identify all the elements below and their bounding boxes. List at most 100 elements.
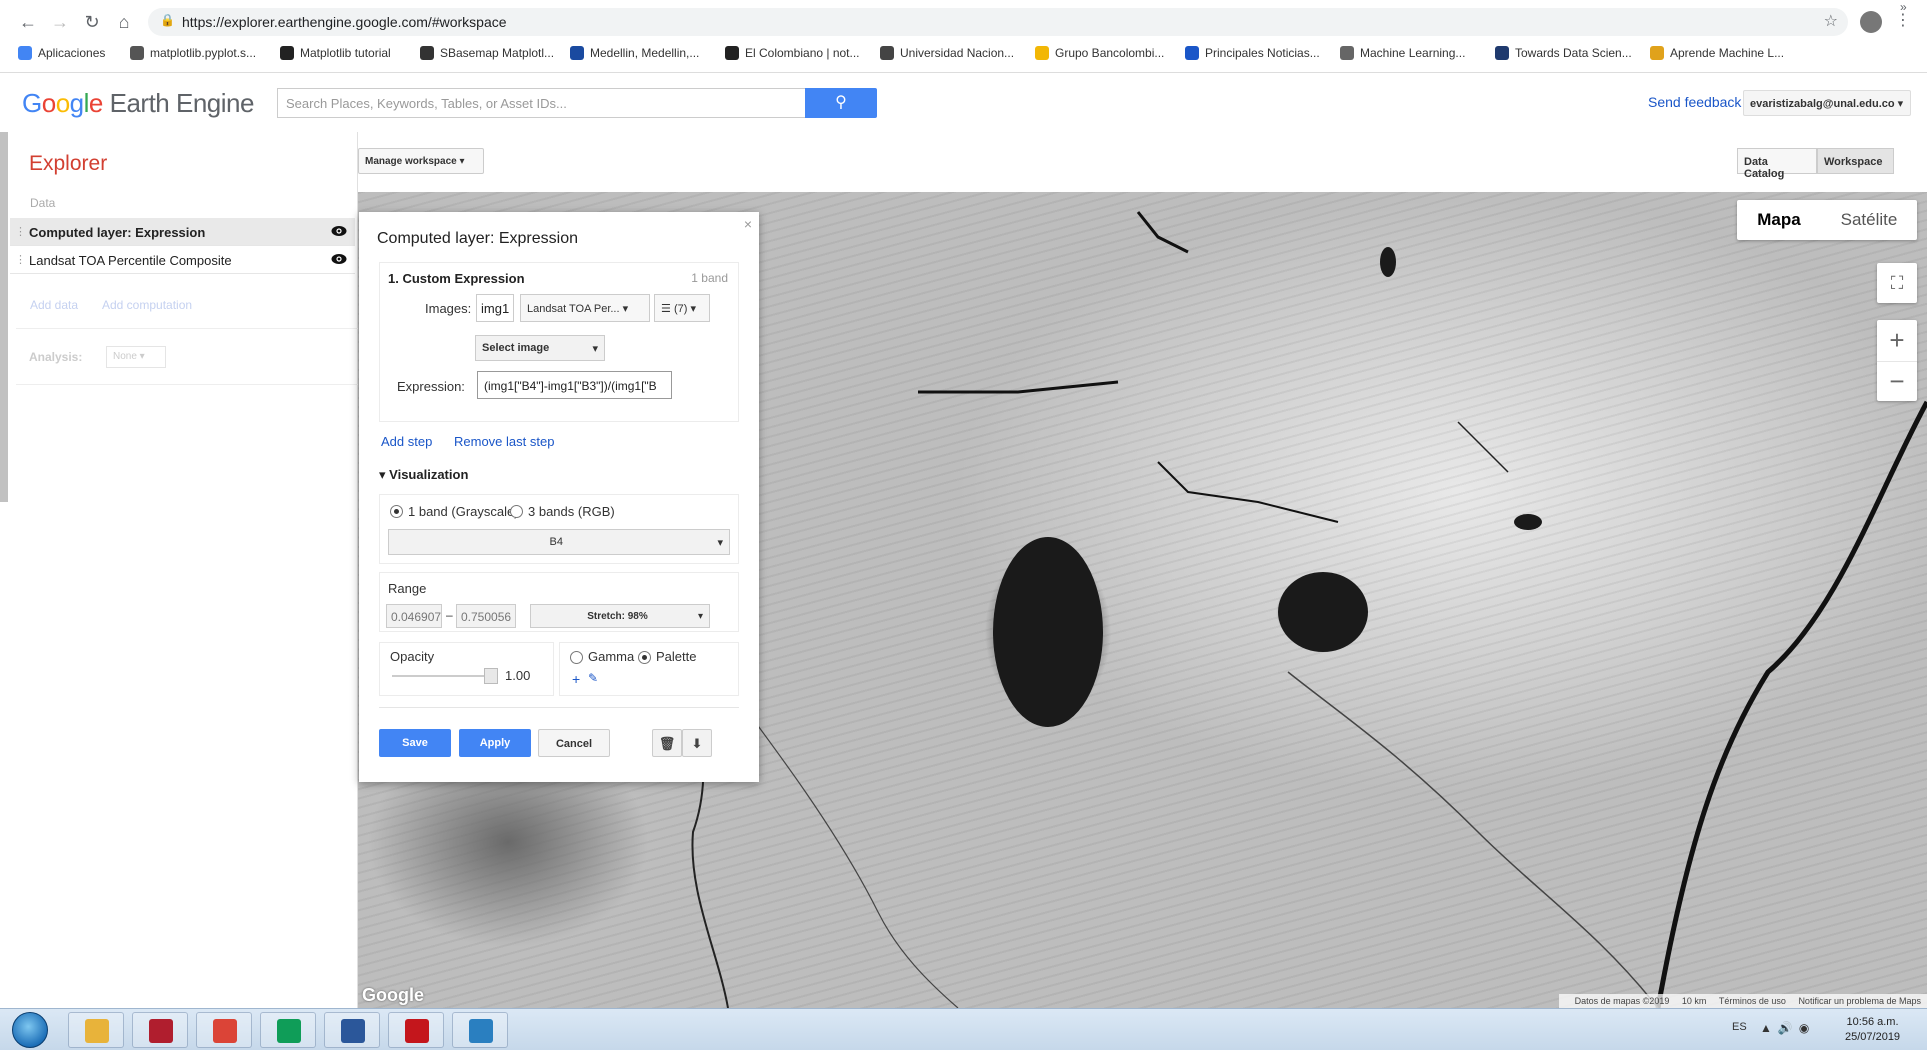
expression-field[interactable]: (img1["B4"]-img1["B3"])/(img1["B [477,371,672,399]
palette-label[interactable]: Palette [656,649,696,664]
home-icon[interactable]: ⌂ [112,10,136,34]
word-app[interactable] [324,1012,380,1048]
bookmark-item[interactable]: Principales Noticias... [1185,46,1320,60]
network-icon[interactable]: ◉ [1799,1021,1815,1035]
band-select[interactable]: B4 ▾ [388,529,730,555]
grayscale-label[interactable]: 1 band (Grayscale) [408,504,519,519]
add-color-icon[interactable]: + [572,671,580,687]
fullscreen-icon[interactable]: ⛶ [1877,263,1917,303]
forward-arrow-icon[interactable]: → [48,10,72,34]
clock[interactable]: 10:56 a.m. 25/07/2019 [1845,1015,1900,1045]
stretch-select[interactable]: Stretch: 98% ▾ [530,604,710,628]
bookmark-item[interactable]: Aprende Machine L... [1650,46,1784,60]
tab-data-catalog[interactable]: Data Catalog [1737,148,1817,180]
select-image-dropdown[interactable]: Select image ▾ [475,335,605,361]
tray-arrow-icon[interactable]: ▲ [1760,1021,1778,1035]
add-data-link[interactable]: Add data [30,298,78,312]
layer-row[interactable]: ⋮ Landsat TOA Percentile Composite [10,246,355,274]
remove-last-step-link[interactable]: Remove last step [454,434,554,449]
volume-icon[interactable]: 🔊 [1778,1021,1799,1035]
layer-row[interactable]: ⋮ Computed layer: Expression [10,218,355,246]
add-step-link[interactable]: Add step [381,434,432,449]
mendeley-app[interactable] [132,1012,188,1048]
reload-icon[interactable]: ↻ [80,10,104,34]
cancel-button[interactable]: Cancel [538,729,610,757]
bookmark-item[interactable]: Towards Data Scien... [1495,46,1632,60]
bookmark-item[interactable]: matplotlib.pyplot.s... [130,46,256,60]
divider [16,384,358,385]
manage-workspace-button[interactable]: Manage workspace ▾ [358,148,484,174]
radio-gamma[interactable] [570,651,583,664]
bookmark-item[interactable]: Universidad Nacion... [880,46,1014,60]
search-input[interactable]: Search Places, Keywords, Tables, or Asse… [277,88,805,118]
bookmark-item[interactable]: Matplotlib tutorial [280,46,391,60]
terms-link[interactable]: Términos de uso [1719,996,1786,1006]
left-scrollbar[interactable] [0,132,8,502]
back-arrow-icon[interactable]: ← [16,10,40,34]
report-problem-link[interactable]: Notificar un problema de Maps [1798,996,1921,1006]
bancolombia-icon [1035,46,1049,60]
map-type-map-button[interactable]: Mapa [1737,200,1821,240]
bookmark-item[interactable]: Medellin, Medellin,... [570,46,699,60]
drag-handle-icon[interactable]: ⋮ [15,253,26,266]
zoom-in-button[interactable]: + [1877,320,1917,360]
start-button[interactable] [12,1012,48,1048]
analysis-select[interactable]: None ▾ [106,346,166,368]
zoom-out-button[interactable]: − [1877,361,1917,401]
bookmarks-overflow-icon[interactable]: » [1900,0,1907,14]
send-feedback-link[interactable]: Send feedback [1648,94,1741,110]
opacity-slider-track[interactable] [392,675,497,677]
bookmark-item[interactable]: Aplicaciones [18,46,105,60]
edit-pencil-icon[interactable]: ✎ [588,671,598,685]
save-button[interactable]: Save [379,729,451,757]
apply-button[interactable]: Apply [459,729,531,757]
download-icon[interactable]: ⬇ [682,729,712,757]
account-menu-button[interactable]: evaristizabalg@unal.edu.co ▾ [1743,90,1911,116]
data-section-label: Data [30,196,56,210]
earth-engine-logo[interactable]: Google Earth Engine [22,88,254,119]
bookmark-item[interactable]: Grupo Bancolombi... [1035,46,1164,60]
tab-workspace[interactable]: Workspace [1817,148,1894,174]
system-tray-icons[interactable]: ▲🔊◉ [1760,1021,1815,1035]
search-button[interactable]: ⚲ [805,88,877,118]
map-scale-label: 10 km [1681,996,1707,1006]
visualization-toggle[interactable]: ▾ Visualization [379,467,468,483]
opacity-slider-handle[interactable] [484,668,498,684]
drag-handle-icon[interactable]: ⋮ [15,225,26,238]
rgb-label[interactable]: 3 bands (RGB) [528,504,615,519]
range-min-field[interactable]: 0.046907 [386,604,442,628]
bookmark-star-icon[interactable]: ☆ [1824,11,1838,31]
opacity-value: 1.00 [505,668,531,683]
profile-avatar[interactable] [1860,11,1882,33]
bookmark-item[interactable]: El Colombiano | not... [725,46,860,60]
image-source-select[interactable]: Landsat TOA Per... ▾ [520,294,650,322]
url-text[interactable]: https://explorer.earthengine.google.com/… [182,14,507,30]
radio-palette[interactable] [638,651,651,664]
radio-rgb[interactable] [510,505,523,518]
layer-name[interactable]: Computed layer: Expression [29,225,205,240]
chrome-app-2[interactable] [260,1012,316,1048]
search-app[interactable] [452,1012,508,1048]
bookmark-item[interactable]: Machine Learning... [1340,46,1465,60]
chrome-app[interactable] [196,1012,252,1048]
image-variable-field[interactable]: img1 [476,294,514,322]
visualization-label: Visualization [389,467,469,482]
bookmark-item[interactable]: SBasemap Matplotl... [420,46,554,60]
close-icon[interactable]: × [744,216,752,232]
visibility-eye-icon[interactable] [331,224,347,238]
address-bar[interactable]: 🔒 https://explorer.earthengine.google.co… [148,8,1848,36]
radio-grayscale[interactable] [390,505,403,518]
delete-icon[interactable]: 🗑 [652,729,682,757]
language-indicator[interactable]: ES [1732,1021,1747,1033]
range-max-field[interactable]: 0.750056 [456,604,516,628]
explorer-app[interactable] [68,1012,124,1048]
map-type-satellite-button[interactable]: Satélite [1821,200,1917,240]
river-line [918,380,1119,394]
bands-select[interactable]: ☰ (7) ▾ [654,294,710,322]
visibility-eye-icon[interactable] [331,252,347,266]
gamma-label[interactable]: Gamma [588,649,634,664]
add-computation-link[interactable]: Add computation [102,298,192,312]
layer-name[interactable]: Landsat TOA Percentile Composite [29,253,232,268]
acrobat-app[interactable] [388,1012,444,1048]
chevron-down-icon: ▾ [1897,98,1904,110]
